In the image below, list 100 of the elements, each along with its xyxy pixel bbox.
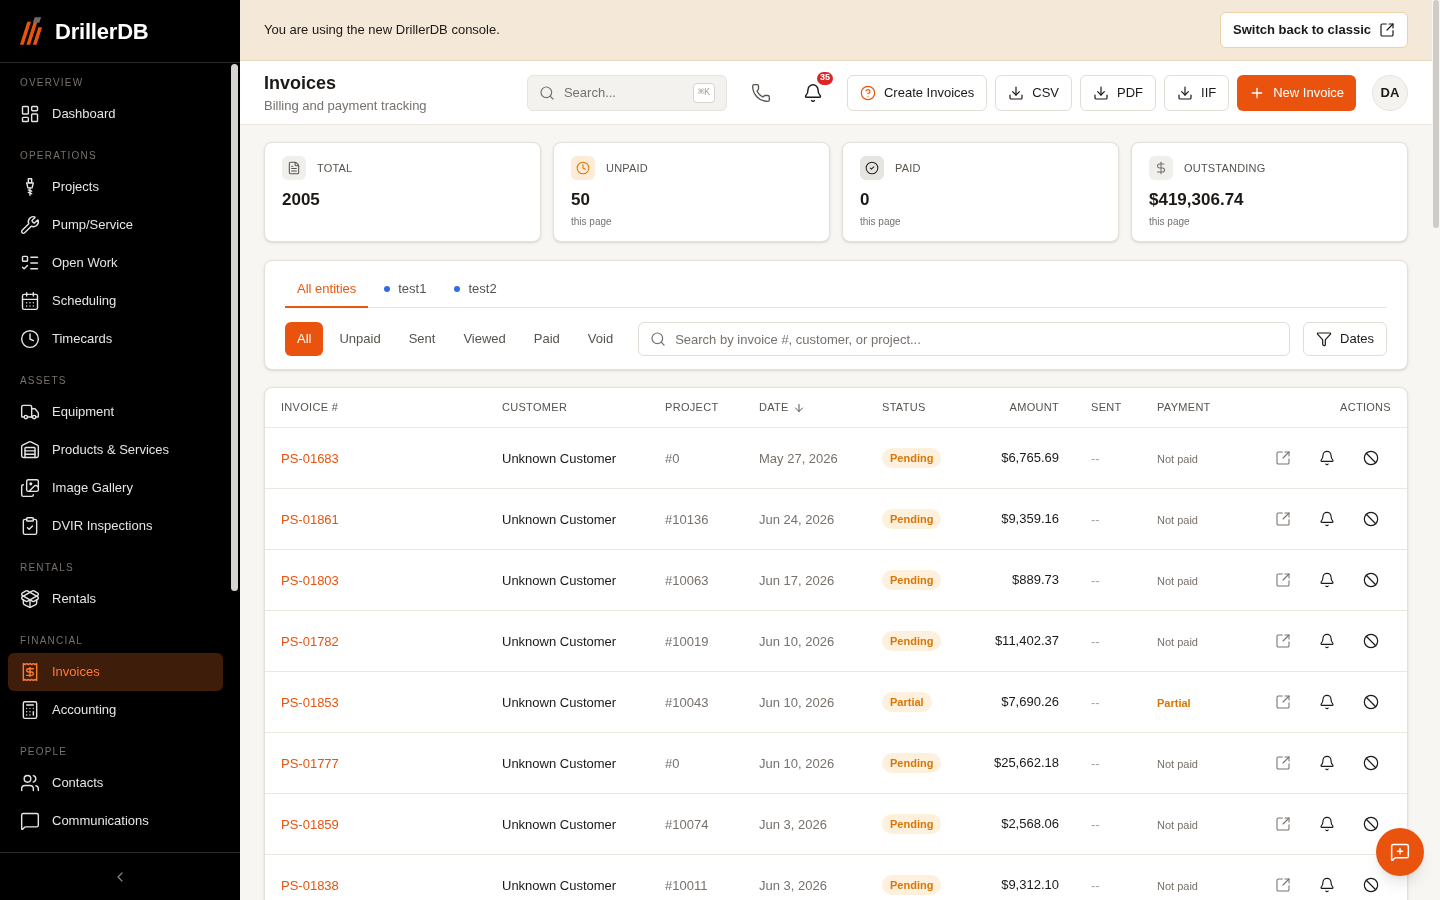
phone-icon xyxy=(750,82,771,103)
brand-name: DrillerDB xyxy=(55,17,149,46)
export-button[interactable]: PDF xyxy=(1080,74,1156,111)
create-invoices-button[interactable]: Create Invoices xyxy=(846,74,988,111)
invoice-date: Jun 10, 2026 xyxy=(759,756,835,771)
payment-status: Not paid xyxy=(1157,636,1198,648)
status-filter-tab[interactable]: All xyxy=(285,322,324,356)
bell-icon xyxy=(1319,877,1335,893)
project-number: #10074 xyxy=(665,817,709,832)
sent-date: -- xyxy=(1091,695,1100,710)
entity-tab[interactable]: All entities xyxy=(285,272,369,308)
page-subtitle: Billing and payment tracking xyxy=(264,96,428,115)
sidebar-item[interactable]: Accounting xyxy=(8,691,223,729)
sidebar-item[interactable]: Rentals xyxy=(8,580,223,618)
ban-icon xyxy=(1363,572,1379,588)
external-link-icon xyxy=(1275,877,1291,893)
payment-status: Partial xyxy=(1157,697,1191,709)
sidebar-item[interactable]: Equipment xyxy=(8,393,223,431)
payment-status: Not paid xyxy=(1157,575,1198,587)
status-tag: Partial xyxy=(882,692,932,712)
invoice-link[interactable]: PS-01859 xyxy=(281,817,339,832)
external-link-icon xyxy=(1275,816,1291,832)
chat-button[interactable] xyxy=(1376,828,1424,876)
ban-icon xyxy=(1363,511,1379,527)
external-link-icon xyxy=(1275,694,1291,710)
column-header: SENT xyxy=(1091,400,1122,416)
invoice-link[interactable]: PS-01782 xyxy=(281,634,339,649)
status-filter-tab[interactable]: Unpaid xyxy=(327,322,393,356)
banner-message: You are using the new DrillerDB console. xyxy=(264,21,500,40)
clock-icon xyxy=(20,329,40,349)
payment-status: Not paid xyxy=(1157,758,1198,770)
notification-count: 35 xyxy=(814,69,835,87)
column-header: INVOICE # xyxy=(281,400,339,416)
stripes-logo-icon xyxy=(19,16,43,46)
stat-value: $419,306.74 xyxy=(1149,189,1245,211)
stat-note: this page xyxy=(571,215,613,229)
export-button[interactable]: IIF xyxy=(1164,74,1230,111)
status-filter-tab[interactable]: Sent xyxy=(396,322,448,356)
sidebar-item[interactable]: DVIR Inspections xyxy=(8,507,223,545)
sidebar-item[interactable]: Communications xyxy=(8,802,223,840)
status-filter-tab[interactable]: Viewed xyxy=(451,322,518,356)
truck-icon xyxy=(20,402,40,422)
column-header: CUSTOMER xyxy=(502,400,568,416)
sidebar-item[interactable]: Open Work xyxy=(8,244,223,282)
section-label: RENTALS xyxy=(19,561,75,575)
download-icon xyxy=(1177,84,1193,101)
new-invoice-button[interactable]: New Invoice xyxy=(1237,74,1356,111)
scrollbar-thumb[interactable] xyxy=(1433,0,1439,228)
sidebar-item[interactable]: Projects xyxy=(8,168,223,206)
bell-icon xyxy=(1319,816,1335,832)
sidebar-item[interactable]: Contacts xyxy=(8,764,223,802)
entity-tab[interactable]: test1 xyxy=(372,272,439,308)
stat-label: TOTAL xyxy=(317,160,353,176)
customer-name: Unknown Customer xyxy=(502,695,617,710)
invoice-link[interactable]: PS-01803 xyxy=(281,573,339,588)
sent-date: -- xyxy=(1091,878,1100,893)
sent-date: -- xyxy=(1091,573,1100,588)
user-avatar[interactable]: DA xyxy=(1372,74,1408,111)
clipboard-check-icon xyxy=(20,516,40,536)
section-label: OPERATIONS xyxy=(19,149,98,163)
sidebar-item[interactable]: Pump/Service xyxy=(8,206,223,244)
sidebar-item[interactable]: Products & Services xyxy=(8,431,223,469)
invoice-link[interactable]: PS-01838 xyxy=(281,878,339,893)
ban-icon xyxy=(1363,755,1379,771)
search-icon xyxy=(538,84,555,101)
sidebar-item[interactable]: Timecards xyxy=(8,320,223,358)
stat-note: this page xyxy=(860,215,902,229)
invoice-amount: $889.73 xyxy=(1012,571,1059,590)
sidebar-item[interactable]: Image Gallery xyxy=(8,469,223,507)
payment-status: Not paid xyxy=(1157,880,1198,892)
invoice-search-field[interactable]: Search by invoice #, customer, or project... xyxy=(638,322,1291,356)
search-icon xyxy=(650,331,667,347)
clock-icon xyxy=(571,156,595,180)
invoice-link[interactable]: PS-01853 xyxy=(281,695,339,710)
invoice-link[interactable]: PS-01683 xyxy=(281,451,339,466)
sidebar-item[interactable]: Dashboard xyxy=(8,95,223,133)
invoice-link[interactable]: PS-01861 xyxy=(281,512,339,527)
invoice-date: Jun 24, 2026 xyxy=(759,512,835,527)
project-number: #10136 xyxy=(665,512,709,527)
invoice-link[interactable]: PS-01777 xyxy=(281,756,339,771)
ban-icon xyxy=(1363,694,1379,710)
dates-filter-button[interactable]: Dates xyxy=(1303,322,1387,356)
sent-date: -- xyxy=(1091,451,1100,466)
switch-to-classic-button[interactable]: Switch back to classic xyxy=(1220,12,1408,48)
funnel-icon xyxy=(1316,331,1333,347)
section-label: PEOPLE xyxy=(19,745,69,759)
sent-date: -- xyxy=(1091,634,1100,649)
dashboard-grid-icon xyxy=(20,104,40,124)
status-filter-tab[interactable]: Paid xyxy=(521,322,572,356)
sidebar-item[interactable]: Scheduling xyxy=(8,282,223,320)
export-button[interactable]: CSV xyxy=(995,74,1072,111)
status-tag: Pending xyxy=(882,448,942,468)
status-tag: Pending xyxy=(882,631,942,651)
invoice-amount: $7,690.26 xyxy=(1001,693,1059,712)
invoice-amount: $2,568.06 xyxy=(1001,815,1059,834)
scrollbar-thumb[interactable] xyxy=(231,64,238,591)
sidebar-item[interactable]: Invoices xyxy=(8,653,223,691)
entity-tab[interactable]: test2 xyxy=(442,272,509,308)
status-filter-tab[interactable]: Void xyxy=(575,322,626,356)
stat-label: UNPAID xyxy=(606,160,648,176)
